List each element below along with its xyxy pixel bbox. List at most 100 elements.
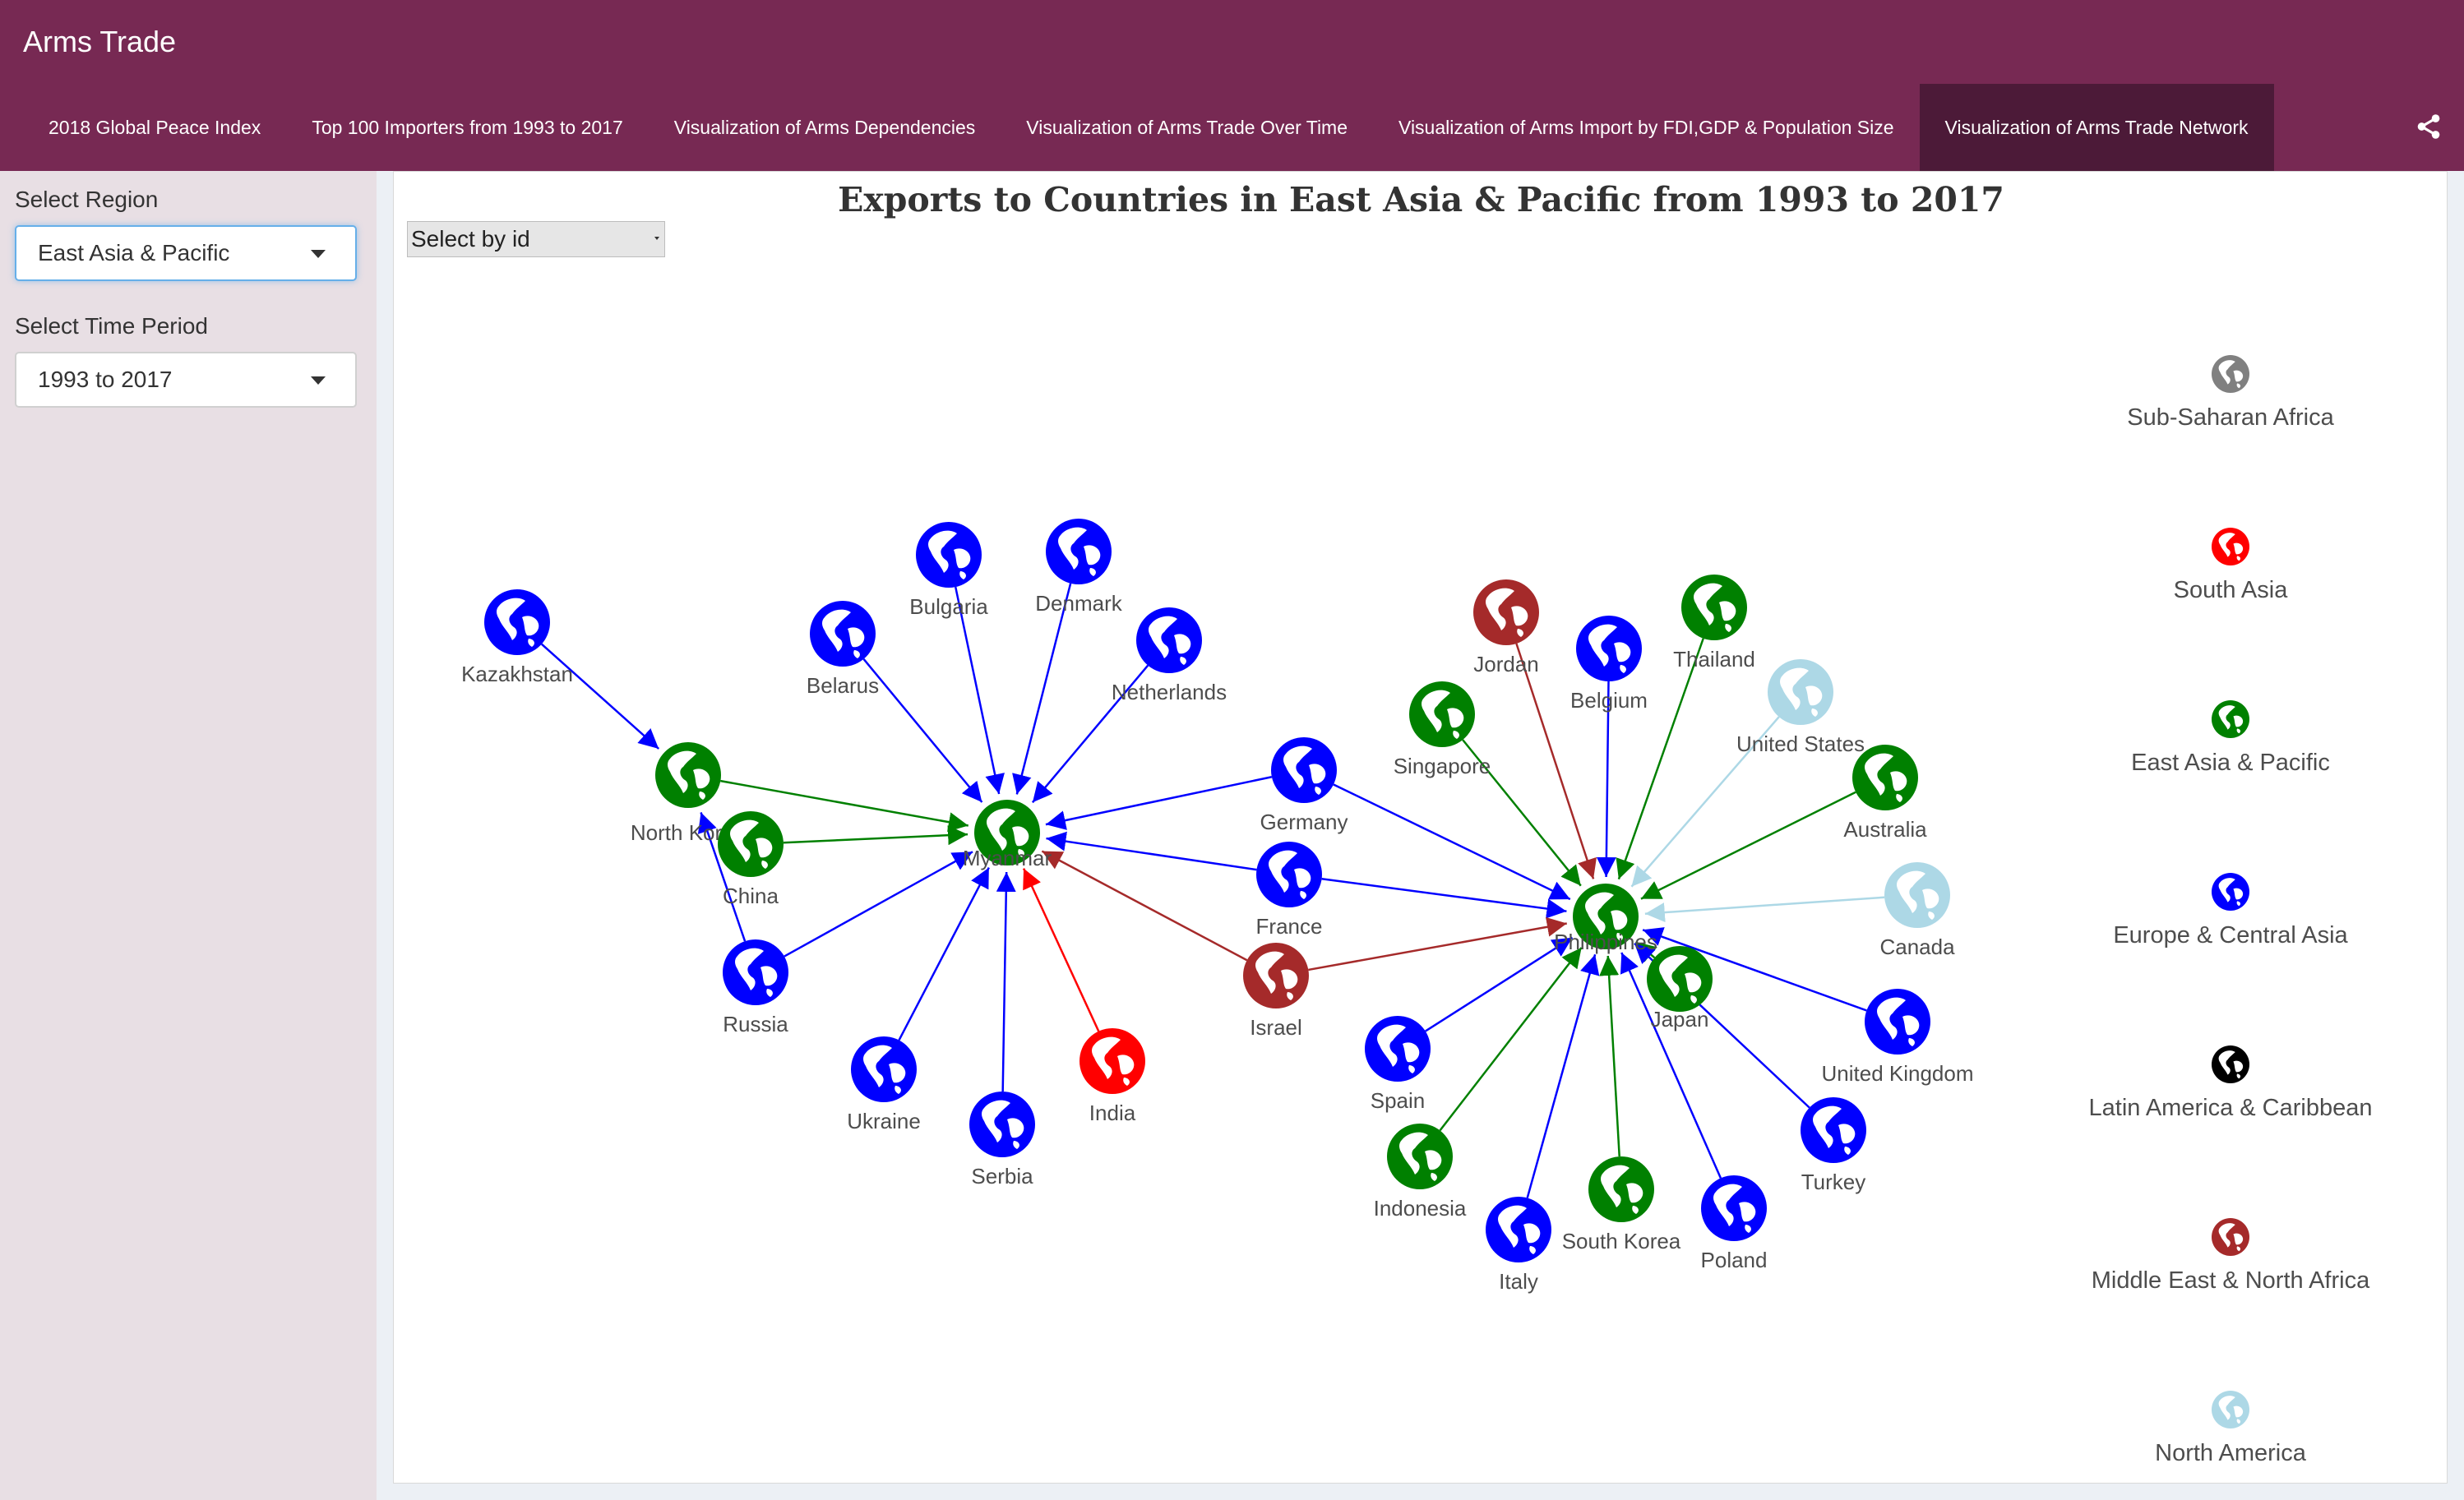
legend-item[interactable]: North America — [2155, 1391, 2307, 1466]
edge-kazakhstan-to-north-korea[interactable] — [540, 643, 660, 750]
node-india[interactable]: India — [1079, 1028, 1145, 1125]
legend-item[interactable]: Latin America & Caribbean — [2089, 1045, 2373, 1121]
globe-icon — [851, 1036, 917, 1102]
globe-icon — [2212, 528, 2249, 565]
node-spain[interactable]: Spain — [1365, 1016, 1431, 1113]
node-indonesia[interactable]: Indonesia — [1374, 1124, 1467, 1221]
globe-icon — [1852, 745, 1918, 810]
edge-china-to-myanmar[interactable] — [783, 825, 968, 846]
globe-icon — [1701, 1175, 1767, 1241]
tab-arms-trade-network[interactable]: Visualization of Arms Trade Network — [1919, 84, 2274, 171]
edge-thailand-to-philippines[interactable] — [1616, 638, 1704, 880]
legend-label: East Asia & Pacific — [2131, 750, 2330, 776]
node-belgium[interactable]: Belgium — [1570, 616, 1648, 713]
node-italy[interactable]: Italy — [1486, 1197, 1551, 1294]
globe-icon — [1884, 862, 1950, 928]
globe-icon — [1136, 607, 1202, 673]
tab-arms-dependencies[interactable]: Visualization of Arms Dependencies — [649, 84, 1001, 171]
network-panel: Exports to Countries in East Asia & Paci… — [393, 171, 2448, 1484]
globe-icon — [2212, 700, 2249, 738]
node-turkey[interactable]: Turkey — [1801, 1097, 1866, 1194]
node-label: Canada — [1879, 935, 1955, 959]
legend-item[interactable]: Europe & Central Asia — [2113, 873, 2349, 948]
share-icon[interactable] — [2415, 113, 2443, 141]
node-label: Denmark — [1035, 591, 1122, 616]
node-serbia[interactable]: Serbia — [969, 1092, 1035, 1188]
node-label: Indonesia — [1374, 1196, 1467, 1221]
node-poland[interactable]: Poland — [1701, 1175, 1768, 1272]
globe-icon — [1486, 1197, 1551, 1262]
globe-icon — [1243, 943, 1309, 1008]
edge-spain-to-philippines[interactable] — [1425, 936, 1574, 1032]
globe-icon — [2212, 1391, 2249, 1428]
node-kazakhstan[interactable]: Kazakhstan — [461, 589, 573, 686]
legend-label: Latin America & Caribbean — [2089, 1095, 2373, 1121]
tab-top-100-importers[interactable]: Top 100 Importers from 1993 to 2017 — [286, 84, 648, 171]
edge-belarus-to-myanmar[interactable] — [862, 658, 983, 803]
globe-icon — [2212, 355, 2249, 393]
tab-arms-import-fdi-gdp[interactable]: Visualization of Arms Import by FDI,GDP … — [1373, 84, 1920, 171]
edge-italy-to-philippines[interactable] — [1526, 953, 1600, 1198]
node-thailand[interactable]: Thailand — [1673, 575, 1755, 672]
node-label: Philippines — [1554, 930, 1657, 954]
period-label: Select Time Period — [15, 313, 208, 339]
node-label: Turkey — [1801, 1170, 1866, 1194]
edge-south-korea-to-philippines[interactable] — [1599, 955, 1620, 1157]
node-japan[interactable]: Japan — [1647, 946, 1713, 1032]
edge-jordan-to-philippines[interactable] — [1515, 643, 1597, 879]
legend-label: North America — [2155, 1440, 2307, 1466]
node-label: Ukraine — [847, 1109, 921, 1133]
node-china[interactable]: China — [718, 811, 784, 908]
node-label: China — [723, 884, 779, 908]
node-singapore[interactable]: Singapore — [1394, 681, 1491, 778]
node-france[interactable]: France — [1256, 842, 1323, 939]
node-jordan[interactable]: Jordan — [1473, 579, 1539, 676]
legend-label: Middle East & North Africa — [2092, 1267, 2370, 1294]
globe-icon — [1647, 946, 1713, 1012]
tab-arms-trade-over-time[interactable]: Visualization of Arms Trade Over Time — [1001, 84, 1373, 171]
node-belarus[interactable]: Belarus — [807, 601, 879, 698]
node-label: Thailand — [1673, 647, 1755, 672]
node-south-korea[interactable]: South Korea — [1562, 1156, 1681, 1253]
edge-serbia-to-myanmar[interactable] — [996, 871, 1016, 1092]
globe-icon — [1365, 1016, 1431, 1082]
node-label: Serbia — [971, 1164, 1033, 1188]
node-netherlands[interactable]: Netherlands — [1112, 607, 1227, 704]
node-label: Belgium — [1570, 688, 1648, 713]
legend-item[interactable]: East Asia & Pacific — [2131, 700, 2330, 776]
edge-germany-to-myanmar[interactable] — [1045, 776, 1273, 830]
edge-canada-to-philippines[interactable] — [1644, 896, 1885, 923]
node-denmark[interactable]: Denmark — [1035, 519, 1123, 616]
node-russia[interactable]: Russia — [723, 939, 788, 1036]
edge-israel-to-philippines[interactable] — [1308, 916, 1567, 972]
node-united-states[interactable]: United States — [1736, 659, 1865, 756]
node-myanmar[interactable]: Myanmar — [963, 800, 1052, 870]
legend-label: South Asia — [2174, 577, 2289, 603]
node-canada[interactable]: Canada — [1879, 862, 1955, 959]
edge-ukraine-to-myanmar[interactable] — [898, 866, 990, 1041]
network-graph[interactable]: Kazakhstan Bulgaria Denmark Belarus Netherla… — [394, 172, 2447, 1483]
edge-france-to-myanmar[interactable] — [1046, 831, 1257, 871]
legend-item[interactable]: Sub-Saharan Africa — [2127, 355, 2335, 431]
edge-germany-to-philippines[interactable] — [1333, 783, 1571, 901]
edge-israel-to-myanmar[interactable] — [1041, 850, 1248, 962]
period-select[interactable]: 1993 to 2017 — [15, 352, 357, 408]
edge-australia-to-philippines[interactable] — [1640, 791, 1856, 900]
tab-global-peace-index[interactable]: 2018 Global Peace Index — [23, 84, 286, 171]
sidebar: Select Region East Asia & Pacific Select… — [0, 171, 377, 1500]
region-select[interactable]: East Asia & Pacific — [15, 225, 357, 281]
edge-india-to-myanmar[interactable] — [1022, 868, 1100, 1032]
legend-item[interactable]: Middle East & North Africa — [2092, 1218, 2370, 1294]
edge-indonesia-to-philippines[interactable] — [1439, 947, 1583, 1132]
legend-item[interactable]: South Asia — [2174, 528, 2289, 603]
node-israel[interactable]: Israel — [1243, 943, 1309, 1040]
node-label: Netherlands — [1112, 680, 1227, 704]
edge-russia-to-myanmar[interactable] — [784, 851, 973, 958]
node-label: Myanmar — [963, 846, 1052, 870]
node-ukraine[interactable]: Ukraine — [847, 1036, 921, 1133]
node-label: United States — [1736, 732, 1865, 756]
edge-france-to-philippines[interactable] — [1321, 878, 1567, 919]
node-philippines[interactable]: Philippines — [1554, 884, 1657, 954]
node-bulgaria[interactable]: Bulgaria — [909, 522, 988, 619]
node-australia[interactable]: Australia — [1843, 745, 1927, 842]
